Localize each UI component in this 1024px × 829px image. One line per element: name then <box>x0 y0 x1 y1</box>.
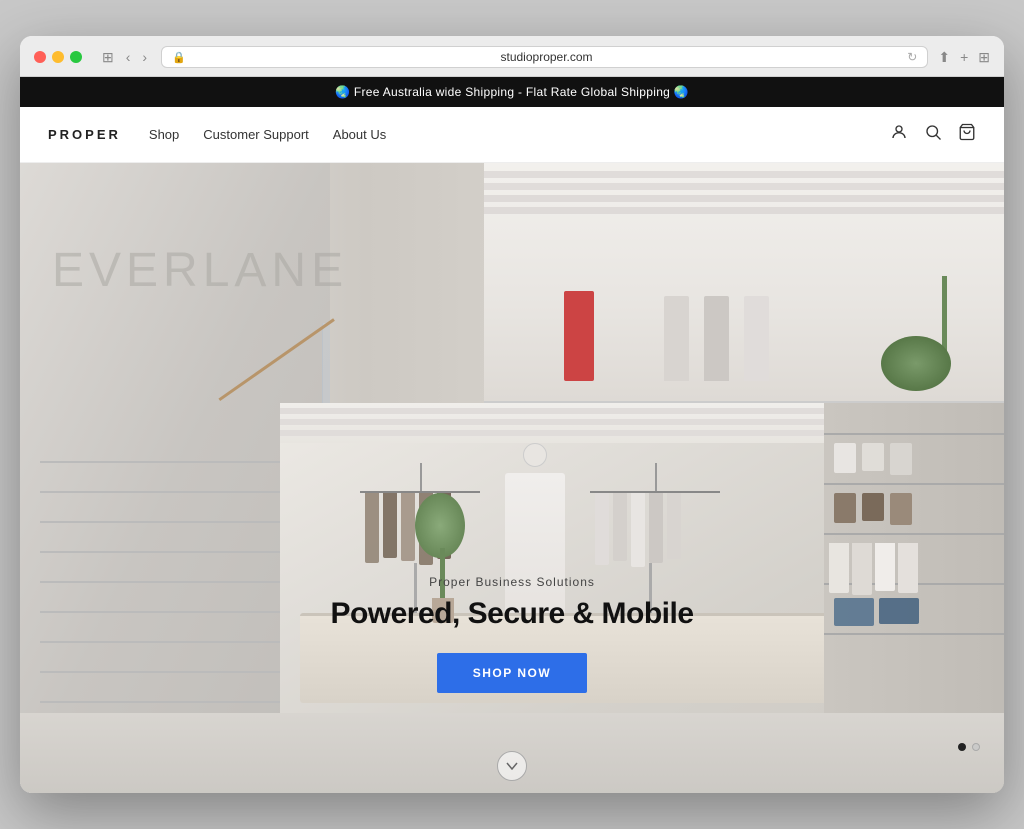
cart-icon[interactable] <box>958 123 976 146</box>
address-bar[interactable]: 🔒 studioproper.com ↻ <box>161 46 928 68</box>
shelf-items-2 <box>834 493 912 525</box>
browser-chrome: ⊞ ‹ › 🔒 studioproper.com ↻ ⬆ + ⊞ <box>20 36 1004 77</box>
announcement-bar: 🌏 Free Australia wide Shipping - Flat Ra… <box>20 77 1004 107</box>
search-icon[interactable] <box>924 123 942 146</box>
nav-about-us[interactable]: About Us <box>333 127 386 142</box>
ceiling-slats <box>484 163 1004 223</box>
dot-2[interactable] <box>972 743 980 751</box>
minimize-button[interactable] <box>52 51 64 63</box>
share-icon[interactable]: ⬆ <box>938 49 950 66</box>
url-display: studioproper.com <box>192 50 902 64</box>
maximize-button[interactable] <box>70 51 82 63</box>
nav-customer-support[interactable]: Customer Support <box>203 127 309 142</box>
nav-links: Shop Customer Support About Us <box>149 127 890 142</box>
grid-icon[interactable]: ⊞ <box>978 49 990 66</box>
browser-actions: ⬆ + ⊞ <box>938 49 990 66</box>
nav-icons <box>890 123 976 146</box>
browser-window: ⊞ ‹ › 🔒 studioproper.com ↻ ⬆ + ⊞ 🌏 Free … <box>20 36 1004 793</box>
mezzanine-level <box>484 163 1004 403</box>
close-button[interactable] <box>34 51 46 63</box>
hero-title: Powered, Secure & Mobile <box>40 597 984 631</box>
shelf-items-1 <box>834 443 912 475</box>
store-brand-display: EVERLANE <box>52 243 348 298</box>
sidebar-toggle-button[interactable]: ⊞ <box>98 48 118 66</box>
plant-mezzanine <box>914 276 974 391</box>
traffic-lights <box>34 51 82 63</box>
account-icon[interactable] <box>890 123 908 146</box>
new-tab-icon[interactable]: + <box>960 49 968 65</box>
forward-button[interactable]: › <box>138 48 151 66</box>
dot-1[interactable] <box>958 743 966 751</box>
brand-logo[interactable]: PROPER <box>48 127 121 142</box>
hero-section: EVERLANE <box>20 163 1004 793</box>
browser-controls: ⊞ ‹ › <box>98 48 151 66</box>
shop-now-button[interactable]: SHOP NOW <box>437 653 587 693</box>
scroll-down-chevron[interactable] <box>497 751 527 781</box>
back-button[interactable]: ‹ <box>122 48 135 66</box>
hero-subtitle: Proper Business Solutions <box>40 575 984 589</box>
display-item-red <box>564 291 594 381</box>
mannequins <box>664 296 769 381</box>
announcement-text: 🌏 Free Australia wide Shipping - Flat Ra… <box>335 85 689 99</box>
nav-shop[interactable]: Shop <box>149 127 179 142</box>
slide-dots <box>958 743 980 751</box>
lock-icon: 🔒 <box>172 51 186 64</box>
page-content: 🌏 Free Australia wide Shipping - Flat Ra… <box>20 77 1004 793</box>
hero-overlay: Proper Business Solutions Powered, Secur… <box>20 555 1004 713</box>
reload-icon[interactable]: ↻ <box>907 50 917 64</box>
navbar: PROPER Shop Customer Support About Us <box>20 107 1004 163</box>
